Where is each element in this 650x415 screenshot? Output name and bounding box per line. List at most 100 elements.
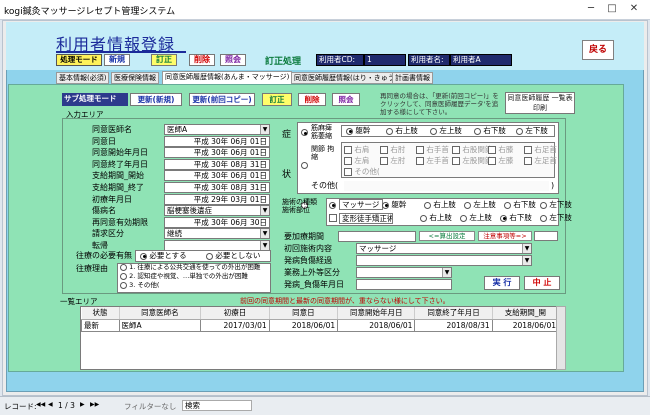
fix-option[interactable] [329,213,337,223]
reason-1[interactable]: 1. 往療による公共交通を使っての外出が困難 [120,263,260,272]
calc-button[interactable]: <=算出設定 [419,231,475,241]
joint-site-0-5[interactable]: 右足首 [524,145,557,155]
treat2-site-0[interactable]: 右上肢 [420,213,452,223]
burden-select[interactable]: ▼ [356,255,532,266]
form-value-4[interactable]: 平成 30年 06月 01日 [164,170,270,182]
muscle-site-4[interactable]: 左下肢 [516,126,548,136]
notes-field[interactable] [534,231,558,241]
muscle-site-2[interactable]: 左上肢 [430,126,462,136]
joint-site-0-3[interactable]: 右股関節 [452,145,492,155]
form-value-2[interactable]: 平成 30年 06月 01日 [164,147,270,159]
muscle-site-1[interactable]: 右上肢 [386,126,418,136]
exec-button[interactable]: 実 行 [484,276,520,290]
chevron-down-icon[interactable]: ▼ [260,229,269,239]
back-button[interactable]: 戻る [582,40,614,60]
record-position[interactable]: 1 / 3 [58,401,75,410]
chevron-down-icon[interactable]: ▼ [522,256,531,265]
maximize-button[interactable]: □ [605,3,619,15]
title-underline [56,51,186,53]
reason-2-label: 2. 認知症や視覚、…単独での外出が困難 [129,272,248,280]
treat-site-4[interactable]: 左下肢 [540,200,572,210]
req-period-input[interactable] [338,231,416,242]
list-scrollbar[interactable] [556,306,566,370]
treat2-site-3[interactable]: 左下肢 [540,213,572,223]
joint-site-1-4[interactable]: 左膝 [488,156,513,166]
reason-2[interactable]: 2. 認知症や視覚、…単独での外出が困難 [120,272,248,281]
muscle-site-label-0: 躯幹 [355,126,371,135]
reason-label: 往療理由 [76,264,108,273]
minimize-button[interactable]: ─ [584,3,598,15]
joint-site-0-2[interactable]: 右手首 [416,145,449,155]
new-button[interactable]: 新規 [104,54,130,66]
form-value-6[interactable]: 平成 29年 03月 01日 [164,193,270,205]
nav-last-button[interactable]: ▶▶ [90,401,99,408]
notes-button[interactable]: 注意事項等=> [478,231,532,241]
symptom-other-input[interactable] [344,181,549,191]
print-list-button[interactable]: 同意医師履歴 一覧表印刷 [505,92,575,114]
tab-plan[interactable]: 計画書情報 [392,72,433,84]
treat-site-2[interactable]: 左上肢 [464,200,496,210]
tab-insurance[interactable]: 医療保険情報 [111,72,159,84]
outing-need-option[interactable]: 必要とする [140,251,187,261]
joint-site-1-0[interactable]: 左肩 [344,156,369,166]
first-treat-select[interactable]: マッサージ ▼ [356,243,532,254]
outside-select[interactable]: ▼ [356,267,452,278]
outing-noneed-option[interactable]: 必要としない [206,251,260,261]
treat-site-0[interactable]: 躯幹 [382,200,406,210]
joint-site-0-4[interactable]: 右膝 [488,145,513,155]
sub-correct-button[interactable]: 訂正 [262,93,292,106]
form-value-5[interactable]: 平成 30年 08月 31日 [164,182,270,193]
treat-site-1[interactable]: 右上肢 [424,200,456,210]
muscle-site-3[interactable]: 右下肢 [474,126,506,136]
tab-basic[interactable]: 基本情報(必須) [56,72,110,84]
chevron-down-icon[interactable]: ▼ [260,206,269,216]
muscle-site-0[interactable]: 躯幹 [346,126,370,136]
joint-site-other[interactable]: その他( [344,167,380,177]
nav-first-button[interactable]: ◀◀ [36,401,45,408]
treat2-site-1[interactable]: 左上肢 [460,213,492,223]
sub-view-button[interactable]: 照会 [332,93,360,106]
form-label-8: 再同意有効期限 [92,217,148,227]
treat2-site-2[interactable]: 右下肢 [500,213,532,223]
reason-3[interactable]: 3. その他( [120,281,159,290]
view-button[interactable]: 照会 [220,54,246,66]
nav-next-button[interactable]: ▶ [80,401,85,408]
joint-site-0-1[interactable]: 右肘 [380,145,405,155]
checkbox-icon [452,157,460,165]
close-button[interactable]: ✕ [627,3,641,15]
search-input[interactable]: 検索 [182,400,252,411]
nav-prev-button[interactable]: ◀ [48,401,53,408]
form-value-3[interactable]: 平成 30年 08月 31日 [164,158,270,170]
joint-site-1-5[interactable]: 左足首 [524,156,557,166]
list-cell-1[interactable]: 医師A [118,318,202,332]
form-value-9[interactable]: 継続 ▼ [164,228,270,240]
chevron-down-icon[interactable]: ▼ [260,241,269,250]
joint-radio[interactable] [301,162,308,169]
tab-consent-massage[interactable]: 同意医師履歴情報(あんま・マッサージ) [162,71,293,84]
filter-status[interactable]: フィルターなし [124,401,176,412]
joint-site-1-1[interactable]: 左肘 [380,156,405,166]
chevron-down-icon[interactable]: ▼ [260,125,269,134]
onset-date-input[interactable] [356,279,452,290]
cancel-button[interactable]: 中 止 [524,276,560,290]
sub-copy-button[interactable]: 更新(前回コピー) [189,93,255,106]
form-value-1[interactable]: 平成 30年 06月 01日 [164,135,270,147]
joint-site-0-0[interactable]: 右肩 [344,145,369,155]
chevron-down-icon[interactable]: ▼ [442,268,451,277]
joint-site-1-3[interactable]: 左股関節 [452,156,492,166]
table-row[interactable]: 最新 医師A 2017/03/01 2018/06/01 2018/06/01 2018/… [81,318,559,332]
massage-option[interactable] [329,200,336,210]
chevron-down-icon[interactable]: ▼ [522,244,531,253]
muscle-radio[interactable] [301,129,308,136]
joint-site-1-2[interactable]: 左手首 [416,156,449,166]
form-value-8[interactable]: 平成 30年 06月 30日 [164,216,270,228]
sub-new-button[interactable]: 更新(新規) [130,93,182,106]
muscle-site-label-4: 左下肢 [525,126,548,135]
correct-button[interactable]: 訂正 [151,54,177,66]
treat-site-3[interactable]: 右下肢 [504,200,536,210]
sub-delete-button[interactable]: 削除 [298,93,326,106]
form-value-0[interactable]: 医師A ▼ [164,124,270,135]
tab-consent-acupuncture[interactable]: 同意医師履歴情報(はり・きゅう) [291,72,401,84]
form-value-7[interactable]: 脳梗塞後遺症 ▼ [164,205,270,217]
delete-button[interactable]: 削除 [189,54,215,66]
